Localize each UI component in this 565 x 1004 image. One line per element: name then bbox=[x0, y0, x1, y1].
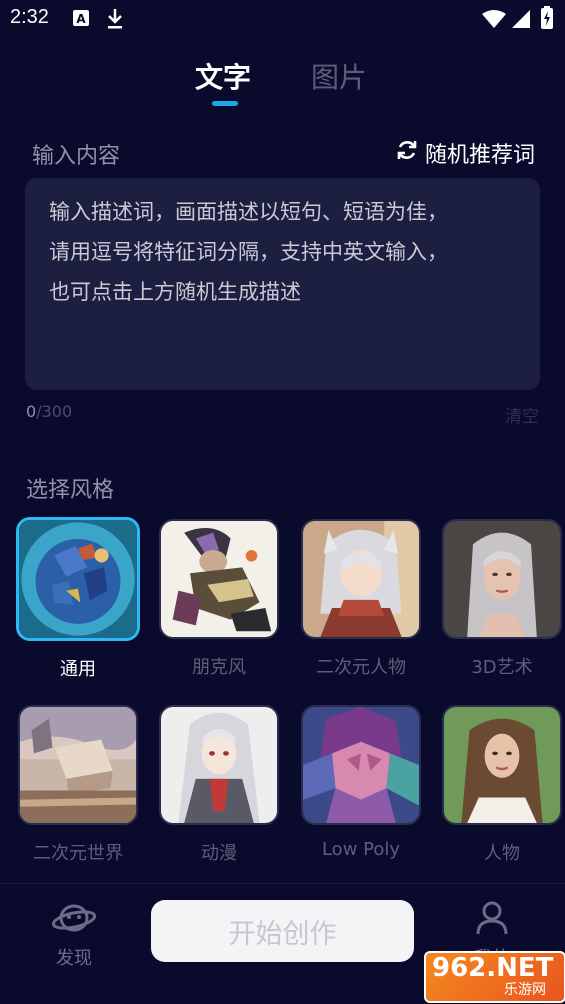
tab-indicator bbox=[212, 101, 238, 106]
style-item-general[interactable]: 通用 bbox=[16, 517, 140, 681]
char-count-current: 0 bbox=[26, 402, 37, 421]
bottom-divider bbox=[0, 883, 565, 884]
style-item-anime[interactable]: 动漫 bbox=[157, 705, 281, 865]
clear-button[interactable]: 清空 bbox=[505, 402, 539, 427]
style-item-low-poly[interactable]: Low Poly bbox=[299, 705, 423, 860]
style-thumb-anime-world bbox=[18, 705, 138, 825]
start-create-button[interactable]: 开始创作 bbox=[151, 900, 414, 962]
input-label: 输入内容 bbox=[32, 144, 121, 169]
nav-discover-label: 发现 bbox=[56, 948, 92, 969]
nav-discover[interactable]: 发现 bbox=[44, 900, 104, 970]
style-thumb-general bbox=[16, 517, 140, 641]
style-name-general: 通用 bbox=[60, 659, 96, 680]
style-item-punk[interactable]: 朋克风 bbox=[157, 519, 281, 679]
tab-image[interactable]: 图片 bbox=[311, 56, 367, 96]
status-time: 2:32 bbox=[10, 6, 49, 28]
user-icon bbox=[475, 901, 509, 940]
wifi-icon bbox=[481, 9, 507, 33]
style-name-anime-world: 二次元世界 bbox=[33, 843, 123, 864]
char-counter: 0/300 bbox=[26, 402, 72, 421]
style-item-portrait[interactable]: 人物 bbox=[440, 705, 564, 865]
style-name-low-poly: Low Poly bbox=[321, 839, 401, 860]
style-thumb-anime-character bbox=[301, 519, 421, 639]
style-name-anime-character: 二次元人物 bbox=[316, 657, 406, 678]
style-thumb-punk bbox=[159, 519, 279, 639]
site-watermark: 962.NET 乐游网 bbox=[424, 951, 565, 1003]
style-item-anime-character[interactable]: 二次元人物 bbox=[299, 519, 423, 679]
style-name-punk: 朋克风 bbox=[192, 657, 246, 678]
download-icon bbox=[106, 8, 124, 34]
style-thumb-portrait bbox=[442, 705, 562, 825]
style-thumb-anime bbox=[159, 705, 279, 825]
svg-text:A: A bbox=[76, 12, 86, 26]
status-bar: 2:32 A bbox=[0, 0, 565, 40]
style-section-label: 选择风格 bbox=[26, 478, 115, 503]
style-thumb-low-poly bbox=[301, 705, 421, 825]
style-name-anime: 动漫 bbox=[201, 843, 237, 864]
char-count-max: /300 bbox=[36, 402, 73, 421]
mode-tabs: 文字 图片 bbox=[0, 56, 565, 112]
planet-icon bbox=[51, 904, 97, 940]
signal-icon bbox=[511, 9, 531, 33]
watermark-sub: 乐游网 bbox=[504, 982, 546, 998]
prompt-textarea[interactable]: 输入描述词，画面描述以短句、短语为佳， 请用逗号将特征词分隔，支持中英文输入， … bbox=[25, 178, 540, 390]
style-item-anime-world[interactable]: 二次元世界 bbox=[16, 705, 140, 865]
tab-text[interactable]: 文字 bbox=[195, 56, 251, 96]
random-prompt-button[interactable]: 随机推荐词 bbox=[395, 138, 535, 168]
style-thumb-3d-art bbox=[442, 519, 562, 639]
prompt-placeholder: 输入描述词，画面描述以短句、短语为佳， 请用逗号将特征词分隔，支持中英文输入， … bbox=[49, 200, 448, 304]
random-prompt-label: 随机推荐词 bbox=[424, 143, 535, 168]
a-notification-icon: A bbox=[72, 8, 90, 32]
style-name-portrait: 人物 bbox=[484, 843, 520, 864]
style-name-3d-art: 3D艺术 bbox=[471, 657, 533, 678]
battery-charging-icon bbox=[540, 6, 554, 34]
style-item-3d-art[interactable]: 3D艺术 bbox=[440, 519, 564, 679]
refresh-icon bbox=[395, 138, 419, 168]
